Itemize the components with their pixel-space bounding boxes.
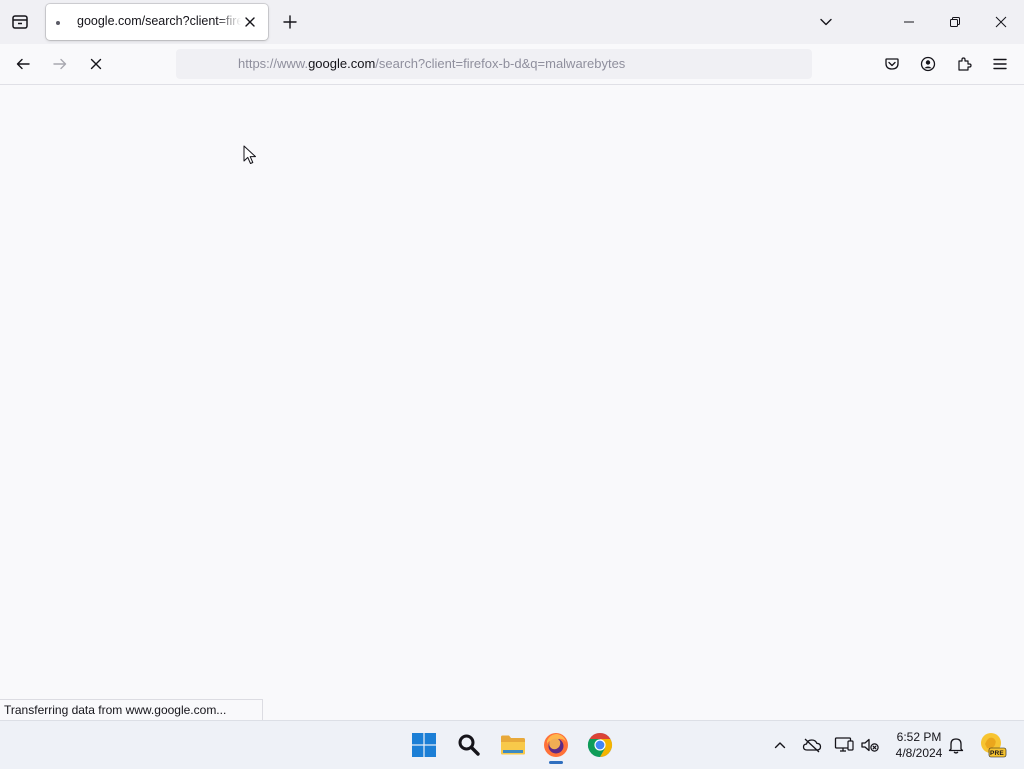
onedrive-offline-icon[interactable]	[800, 733, 824, 757]
tab-strip: google.com/search?client=firefox-b-d&q=m…	[0, 0, 1024, 44]
plus-icon[interactable]	[278, 10, 302, 34]
mouse-cursor-icon	[243, 145, 257, 165]
chevron-up-icon[interactable]	[768, 733, 792, 757]
puzzle-icon[interactable]	[952, 52, 976, 76]
chevron-down-icon[interactable]	[814, 10, 838, 34]
system-clock[interactable]: 6:52 PM 4/8/2024	[886, 729, 952, 761]
forward-arrow-icon[interactable]	[47, 52, 73, 76]
firefox-view-icon[interactable]	[8, 10, 32, 34]
windows-start-icon[interactable]	[409, 730, 439, 760]
firefox-icon[interactable]	[541, 730, 571, 760]
tab-loading-icon	[56, 21, 60, 25]
navigation-toolbar: https://www.google.com/search?client=fir…	[0, 44, 1024, 85]
pre-badge: PRE	[990, 750, 1004, 757]
notification-bell-icon[interactable]	[944, 733, 968, 757]
stop-icon[interactable]	[83, 52, 109, 76]
chrome-icon[interactable]	[585, 730, 615, 760]
url-prefix: https://www.	[238, 56, 309, 71]
url-bar[interactable]: https://www.google.com/search?client=fir…	[176, 49, 812, 79]
back-arrow-icon[interactable]	[10, 52, 36, 76]
active-app-indicator	[549, 761, 563, 764]
tab-title: google.com/search?client=firefox-b-d&q=m…	[77, 14, 241, 28]
close-icon[interactable]	[242, 14, 258, 30]
url-text: https://www.google.com/search?client=fir…	[238, 56, 625, 71]
clock-time: 6:52 PM	[896, 730, 942, 744]
copilot-pre-icon[interactable]: PRE	[979, 731, 1007, 759]
restore-button[interactable]	[932, 0, 978, 44]
volume-muted-icon[interactable]	[858, 733, 882, 757]
clock-date: 4/8/2024	[895, 746, 943, 760]
account-icon[interactable]	[916, 52, 940, 76]
network-icon[interactable]	[832, 733, 856, 757]
status-panel: Transferring data from www.google.com...	[0, 699, 264, 721]
taskbar: 6:52 PM 4/8/2024 PRE	[0, 720, 1024, 769]
search-icon[interactable]	[454, 730, 484, 760]
pocket-icon[interactable]	[880, 52, 904, 76]
url-domain: google.com	[308, 56, 376, 71]
file-explorer-icon[interactable]	[498, 730, 528, 760]
hamburger-menu-icon[interactable]	[988, 52, 1012, 76]
url-path: /search?client=firefox-b-d&q=malwarebyte…	[375, 56, 626, 71]
tab-active[interactable]: google.com/search?client=firefox-b-d&q=m…	[46, 4, 268, 40]
minimize-button[interactable]	[886, 0, 932, 44]
close-window-button[interactable]	[978, 0, 1024, 44]
page-content[interactable]	[0, 85, 1024, 720]
